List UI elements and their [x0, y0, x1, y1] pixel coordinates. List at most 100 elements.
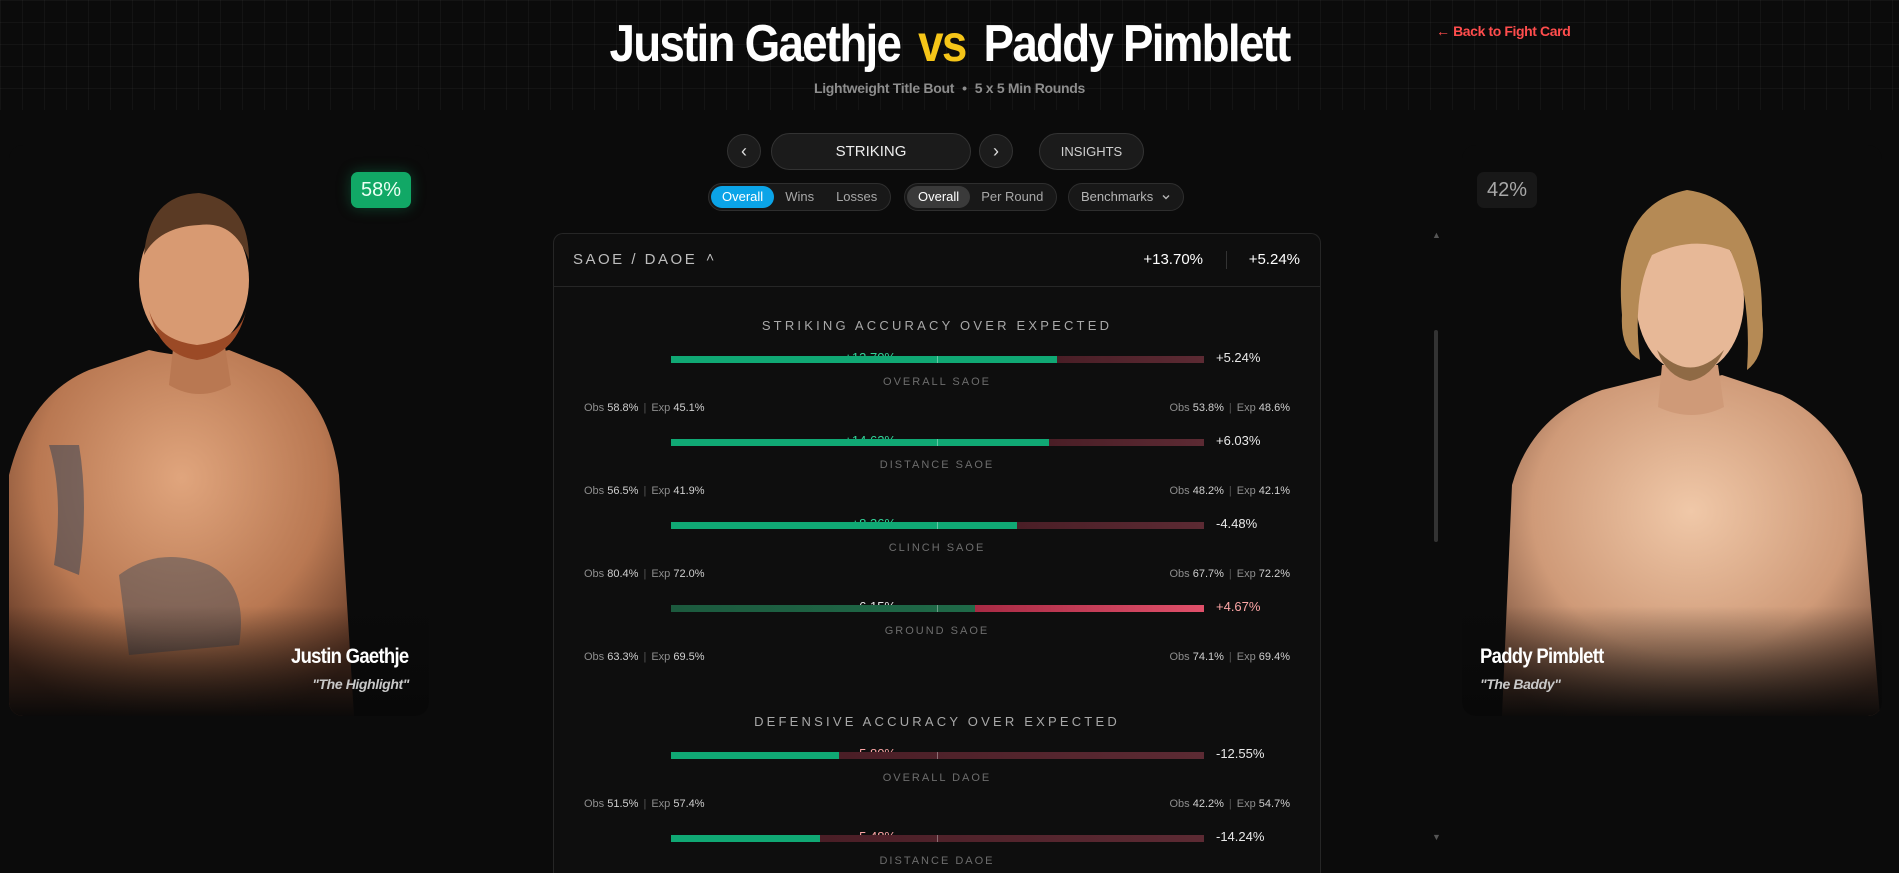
- comparison-bar: [671, 835, 1204, 842]
- obs-exp-left: Obs 51.5% | Exp 57.4%: [584, 798, 705, 810]
- obs-label: Obs: [584, 402, 605, 414]
- obs-value: 80.4%: [607, 568, 639, 580]
- obs-label: Obs: [584, 651, 605, 663]
- fighter-nickname-left: "The Highlight": [312, 676, 409, 692]
- obs-value: 48.2%: [1192, 485, 1224, 497]
- metric-value-right: +6.03%: [1216, 433, 1261, 448]
- obs-value: 58.8%: [607, 402, 639, 414]
- obs-label: Obs: [1169, 485, 1190, 497]
- view-overall[interactable]: Overall: [907, 186, 971, 208]
- scrollbar-thumb[interactable]: [1434, 330, 1438, 542]
- obs-label: Obs: [1169, 798, 1190, 810]
- bar-segment-right: [1049, 439, 1204, 446]
- obs-value: 51.5%: [607, 798, 639, 810]
- bar-midline: [937, 605, 938, 612]
- exp-label: Exp: [1236, 485, 1256, 497]
- exp-label: Exp: [651, 485, 671, 497]
- fighter-name-left: Justin Gaethje: [291, 645, 410, 668]
- title-fighter-left: Justin Gaethje: [609, 15, 902, 73]
- fighter-name-right: Paddy Pimblett: [1480, 645, 1604, 668]
- obs-label: Obs: [584, 568, 605, 580]
- win-probability-right: 42%: [1477, 172, 1538, 208]
- summary-left-value: +13.70%: [1143, 251, 1203, 268]
- exp-value: 72.0%: [673, 568, 705, 580]
- summary-divider: [1226, 251, 1227, 269]
- benchmarks-dropdown[interactable]: Benchmarks: [1068, 183, 1184, 211]
- obs-label: Obs: [584, 798, 605, 810]
- filter-wins[interactable]: Wins: [774, 186, 825, 208]
- exp-value: 69.5%: [673, 651, 705, 663]
- exp-label: Exp: [651, 798, 671, 810]
- obs-exp-left: Obs 63.3% | Exp 69.5%: [584, 651, 705, 663]
- bar-segment-right: [1057, 356, 1204, 363]
- section-title: STRIKING ACCURACY OVER EXPECTED: [761, 318, 1113, 333]
- bar-segment-left: [671, 835, 821, 842]
- metric-label: DISTANCE SAOE: [879, 459, 995, 471]
- obs-label: Obs: [1169, 568, 1190, 580]
- exp-value: 69.4%: [1258, 651, 1290, 663]
- obs-exp-left: Obs 56.5% | Exp 41.9%: [584, 485, 705, 497]
- bout-type: Lightweight Title Bout: [813, 80, 955, 96]
- chevron-down-icon: [1162, 195, 1170, 200]
- next-category-button[interactable]: ›: [979, 134, 1013, 168]
- stats-panel: SAOE / DAOE ˄ +13.70% +5.24% STRIKING AC…: [553, 233, 1321, 873]
- exp-label: Exp: [651, 402, 671, 414]
- obs-exp-right: Obs 74.1% | Exp 69.4%: [1169, 651, 1290, 663]
- bar-segment-left: [671, 752, 839, 759]
- view-per-round[interactable]: Per Round: [970, 186, 1054, 208]
- bout-rounds: 5 x 5 Min Rounds: [974, 80, 1086, 96]
- bar-midline: [937, 439, 938, 446]
- bar-segment-left: [671, 356, 1058, 363]
- insights-button[interactable]: INSIGHTS: [1039, 133, 1144, 170]
- filter-overall[interactable]: Overall: [711, 186, 775, 208]
- bar-midline: [937, 752, 938, 759]
- divider: |: [1228, 485, 1232, 497]
- divider: |: [1228, 798, 1232, 810]
- divider: |: [643, 651, 647, 663]
- title-fighter-right: Paddy Pimblett: [983, 15, 1292, 73]
- obs-value: 56.5%: [607, 485, 639, 497]
- scroll-up-arrow-icon[interactable]: ▲: [1432, 230, 1441, 240]
- back-to-fight-card-link[interactable]: ← Back to Fight Card: [1436, 23, 1571, 39]
- exp-value: 41.9%: [673, 485, 705, 497]
- obs-exp-right: Obs 48.2% | Exp 42.1%: [1169, 485, 1290, 497]
- exp-label: Exp: [1236, 402, 1256, 414]
- metric-value-right: -4.48%: [1216, 516, 1258, 531]
- fighter-card-left: Justin Gaethje "The Highlight": [9, 145, 429, 716]
- obs-label: Obs: [1169, 402, 1190, 414]
- comparison-bar: [671, 605, 1204, 612]
- exp-label: Exp: [1236, 798, 1256, 810]
- bar-segment-right: [820, 835, 1204, 842]
- obs-value: 53.8%: [1192, 402, 1224, 414]
- obs-exp-right: Obs 53.8% | Exp 48.6%: [1169, 402, 1290, 414]
- title-vs: vs: [918, 15, 967, 73]
- divider: |: [643, 798, 647, 810]
- exp-label: Exp: [651, 568, 671, 580]
- category-selector[interactable]: STRIKING: [771, 133, 971, 170]
- panel-header-saoe-daoe[interactable]: SAOE / DAOE ˄ +13.70% +5.24%: [554, 234, 1320, 287]
- exp-label: Exp: [1236, 568, 1256, 580]
- bar-midline: [937, 356, 938, 363]
- bar-midline: [937, 522, 938, 529]
- scroll-down-arrow-icon[interactable]: ▼: [1432, 832, 1441, 842]
- obs-exp-right: Obs 67.7% | Exp 72.2%: [1169, 568, 1290, 580]
- exp-label: Exp: [651, 651, 671, 663]
- obs-value: 42.2%: [1192, 798, 1224, 810]
- filter-losses[interactable]: Losses: [825, 186, 888, 208]
- comparison-bar: [671, 356, 1204, 363]
- comparison-bar: [671, 752, 1204, 759]
- comparison-bar: [671, 439, 1204, 446]
- comparison-bar: [671, 522, 1204, 529]
- divider: |: [643, 402, 647, 414]
- obs-exp-left: Obs 58.8% | Exp 45.1%: [584, 402, 705, 414]
- metric-value-right: +5.24%: [1216, 350, 1261, 365]
- divider: |: [1228, 651, 1232, 663]
- section-title: DEFENSIVE ACCURACY OVER EXPECTED: [754, 714, 1120, 729]
- fighter-nickname-right: "The Baddy": [1480, 676, 1561, 692]
- divider: |: [1228, 568, 1232, 580]
- obs-label: Obs: [584, 485, 605, 497]
- previous-category-button[interactable]: ‹: [727, 134, 761, 168]
- obs-exp-right: Obs 42.2% | Exp 54.7%: [1169, 798, 1290, 810]
- view-mode-toggle: Overall Per Round: [904, 183, 1058, 211]
- obs-label: Obs: [1169, 651, 1190, 663]
